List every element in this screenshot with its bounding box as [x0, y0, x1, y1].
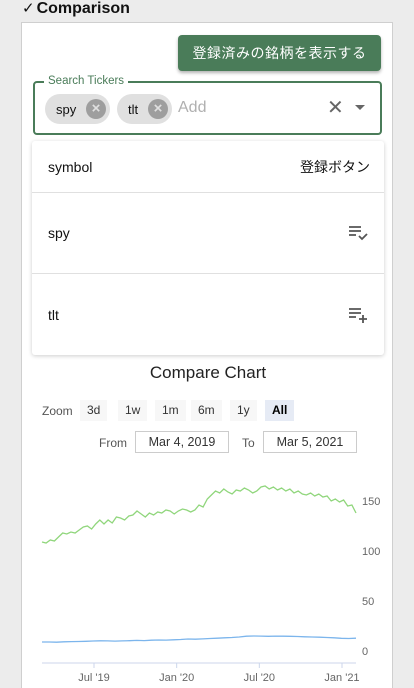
- zoom-1y-button[interactable]: 1y: [230, 400, 257, 421]
- close-icon[interactable]: ✕: [327, 96, 344, 120]
- from-date-input[interactable]: [135, 431, 229, 453]
- series-line-0: [41, 485, 357, 544]
- x-tick-label: Jul '20: [244, 672, 275, 684]
- zoom-6m-button[interactable]: 6m: [191, 400, 222, 421]
- chip-label: spy: [56, 101, 77, 117]
- zoom-1m-button[interactable]: 1m: [155, 400, 186, 421]
- x-tick-label: Jan '21: [324, 672, 359, 684]
- column-register-header: 登録ボタン: [300, 158, 370, 175]
- x-tick-label: Jan '20: [159, 672, 194, 684]
- comparison-panel: 登録済みの銘柄を表示する Search Tickers spy × tlt × …: [21, 22, 393, 688]
- ticker-list: symbol 登録ボタン spy tlt: [32, 141, 384, 355]
- to-label: To: [242, 436, 255, 450]
- playlist-add-icon[interactable]: [346, 303, 370, 327]
- arrow-drop-down-icon[interactable]: [355, 105, 365, 110]
- y-tick-label: 100: [362, 546, 380, 558]
- to-date-input[interactable]: [263, 431, 357, 453]
- from-label: From: [99, 436, 127, 450]
- ticker-add-input[interactable]: [178, 96, 318, 120]
- chip-label: tlt: [128, 101, 139, 117]
- compare-chart[interactable]: 0 50 100 150 Jul '19 Jan '20 Jul '20 Jan '21: [22, 467, 394, 688]
- y-tick-label: 150: [362, 496, 380, 508]
- section-title: Comparison: [36, 0, 130, 17]
- chip-remove-icon[interactable]: ×: [148, 99, 168, 119]
- list-item-symbol: spy: [48, 225, 70, 241]
- check-icon: ✓: [22, 0, 35, 17]
- show-registered-button[interactable]: 登録済みの銘柄を表示する: [178, 35, 381, 71]
- x-tick-label: Jul '19: [78, 672, 109, 684]
- zoom-3d-button[interactable]: 3d: [80, 400, 108, 421]
- ticker-search-field[interactable]: Search Tickers spy × tlt × ✕: [33, 74, 382, 135]
- ticker-search-label: Search Tickers: [44, 74, 129, 88]
- series-line-1: [42, 635, 357, 643]
- zoom-label: Zoom: [42, 404, 73, 418]
- section-header[interactable]: ✓ Comparison: [22, 0, 130, 18]
- zoom-1w-button[interactable]: 1w: [118, 400, 148, 421]
- list-header: symbol 登録ボタン: [32, 141, 384, 193]
- list-item-symbol: tlt: [48, 306, 59, 323]
- list-item: spy: [32, 193, 384, 274]
- column-symbol-header: symbol: [48, 158, 93, 175]
- zoom-all-button[interactable]: All: [265, 400, 295, 421]
- ticker-chip-spy[interactable]: spy ×: [45, 94, 110, 124]
- y-tick-label: 50: [362, 596, 374, 608]
- y-tick-label: 0: [362, 646, 368, 658]
- chip-remove-icon[interactable]: ×: [86, 99, 106, 119]
- chart-title: Compare Chart: [149, 363, 267, 382]
- ticker-chip-tlt[interactable]: tlt ×: [117, 94, 172, 124]
- list-item: tlt: [32, 274, 384, 355]
- playlist-check-icon[interactable]: [346, 221, 370, 245]
